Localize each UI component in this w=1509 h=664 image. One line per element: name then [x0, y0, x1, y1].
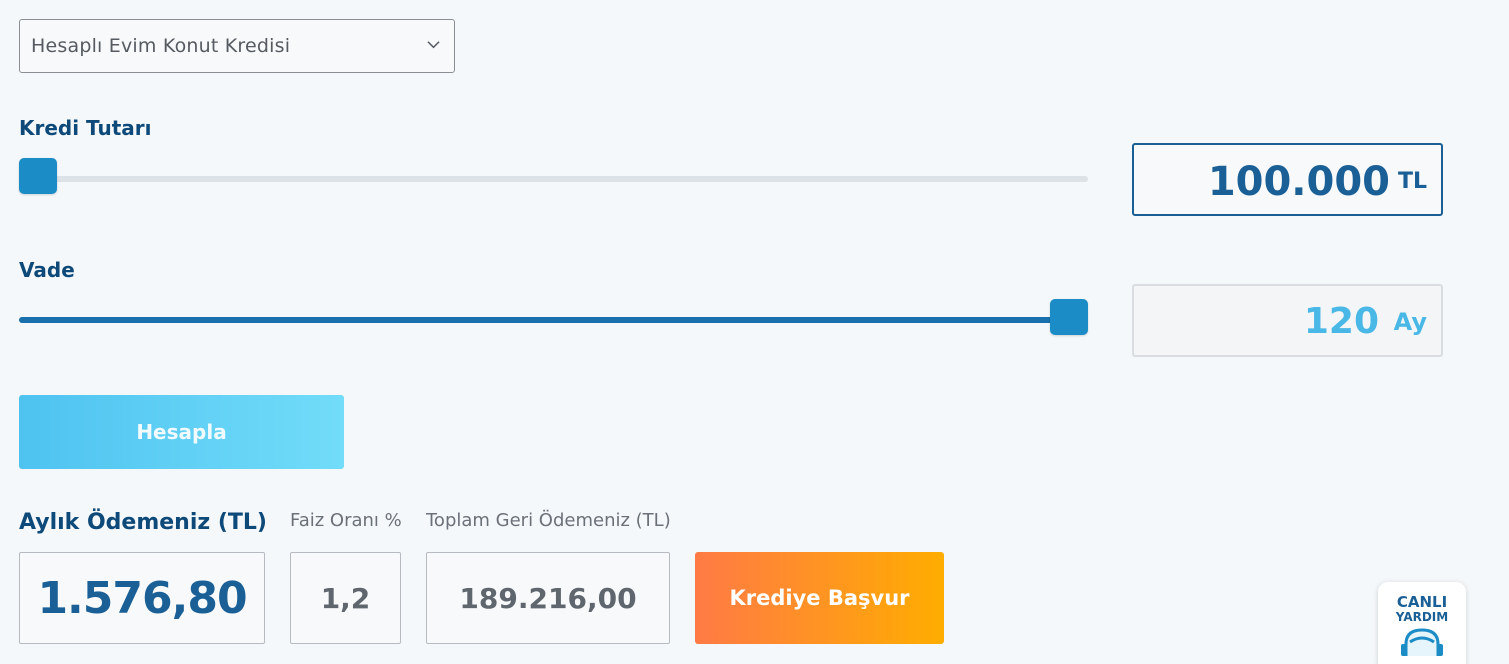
monthly-payment-label: Aylık Ödemeniz (TL) — [19, 510, 267, 535]
total-repayment-value: 189.216,00 — [459, 581, 637, 615]
term-label: Vade — [19, 258, 75, 282]
calculate-button[interactable]: Hesapla — [19, 395, 344, 469]
loan-type-selected: Hesaplı Evim Konut Kredisi — [31, 35, 291, 57]
interest-rate-label: Faiz Oranı % — [290, 510, 402, 531]
monthly-payment-box: 1.576,80 — [19, 552, 265, 644]
term-unit: Ay — [1393, 308, 1427, 336]
live-help-line1: CANLI — [1396, 593, 1448, 611]
interest-rate-box: 1,2 — [290, 552, 401, 644]
term-slider-track[interactable] — [19, 317, 1088, 323]
loan-type-select[interactable]: Hesaplı Evim Konut Kredisi — [19, 19, 455, 73]
live-help-line2: YARDIM — [1395, 610, 1449, 624]
amount-unit: TL — [1397, 169, 1427, 194]
amount-label: Kredi Tutarı — [19, 116, 152, 140]
apply-loan-button[interactable]: Krediye Başvur — [695, 552, 944, 644]
monthly-payment-value: 1.576,80 — [37, 572, 247, 624]
chevron-down-icon — [427, 41, 440, 49]
term-value: 120 — [1303, 301, 1379, 342]
amount-slider-track[interactable] — [19, 176, 1088, 182]
amount-input[interactable]: 100.000 TL — [1132, 143, 1443, 216]
term-slider-thumb[interactable] — [1050, 299, 1088, 335]
term-input[interactable]: 120 Ay — [1132, 284, 1443, 357]
loan-calculator: Hesaplı Evim Konut Kredisi Kredi Tutarı … — [0, 0, 1509, 664]
support-agent-icon — [1401, 628, 1443, 656]
amount-slider-thumb[interactable] — [19, 158, 57, 194]
live-help-widget[interactable]: CANLI YARDIM — [1378, 582, 1466, 664]
amount-value: 100.000 — [1207, 159, 1390, 205]
term-slider-fill — [19, 317, 1069, 323]
total-repayment-box: 189.216,00 — [426, 552, 670, 644]
total-repayment-label: Toplam Geri Ödemeniz (TL) — [426, 510, 671, 531]
interest-rate-value: 1,2 — [320, 581, 371, 615]
